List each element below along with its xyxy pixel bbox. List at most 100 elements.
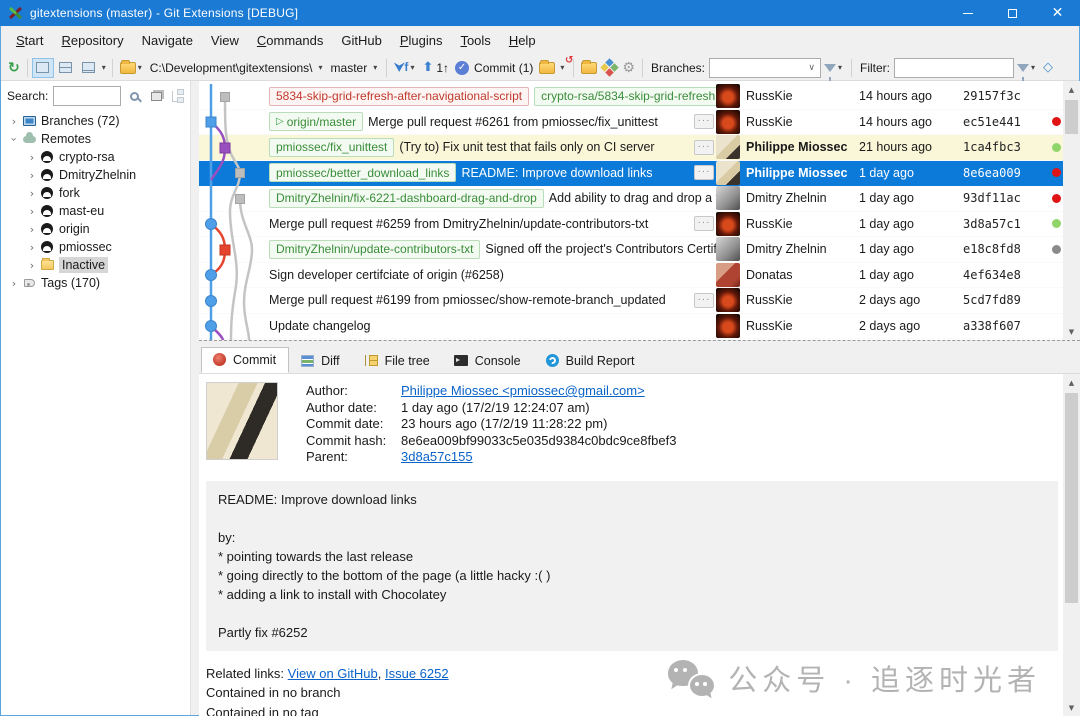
chevron-down-icon[interactable]: ›: [8, 132, 21, 146]
gitflow-button[interactable]: [600, 59, 619, 76]
grid-scrollbar[interactable]: ▲ ▼: [1063, 81, 1080, 340]
push-button[interactable]: ⬆1↑: [419, 58, 452, 77]
vertical-splitter[interactable]: [191, 81, 199, 715]
chevron-right-icon[interactable]: ›: [25, 187, 39, 200]
commit-field-value[interactable]: 3d8a57c155: [401, 449, 473, 466]
branch-badge[interactable]: DmitryZhelnin/fix-6221-dashboard-drag-an…: [269, 189, 544, 208]
sidebar-item-fork[interactable]: ›fork: [1, 184, 190, 202]
sidebar-item-pmiossec[interactable]: ›pmiossec: [1, 238, 190, 256]
toggle-diamond-button[interactable]: ◇: [1040, 58, 1056, 77]
table-row[interactable]: Merge pull request #6199 from pmiossec/s…: [199, 288, 1063, 314]
filter-input[interactable]: [894, 58, 1014, 78]
chevron-right-icon[interactable]: ›: [25, 241, 39, 254]
close-button[interactable]: ✕: [1035, 0, 1080, 26]
commit-message[interactable]: README: Improve download links by: * poi…: [206, 481, 1058, 651]
more-button[interactable]: ···: [694, 114, 714, 129]
menu-item-plugins[interactable]: Plugins: [391, 29, 452, 52]
table-row[interactable]: pmiossec/fix_unittest (Try to) Fix unit t…: [199, 135, 1063, 161]
chevron-right-icon[interactable]: ›: [7, 115, 21, 128]
layout-dropdown-arrow[interactable]: ▾: [102, 63, 106, 72]
menu-item-github[interactable]: GitHub: [332, 29, 390, 52]
more-button[interactable]: ···: [694, 140, 714, 155]
tab-console[interactable]: Console: [443, 349, 534, 373]
tab-build-report[interactable]: Build Report: [534, 349, 648, 373]
menu-item-commands[interactable]: Commands: [248, 29, 332, 52]
related-link[interactable]: Issue 6252: [385, 666, 449, 681]
cascade-button[interactable]: [148, 87, 165, 105]
chevron-right-icon[interactable]: ›: [25, 205, 39, 218]
branches-combobox[interactable]: ∨: [709, 58, 821, 78]
layout-split-button[interactable]: [55, 58, 77, 78]
panel-scrollbar[interactable]: ▲ ▼: [1063, 374, 1080, 716]
tree-layout-button[interactable]: [169, 87, 186, 105]
chevron-right-icon[interactable]: ›: [25, 151, 39, 164]
table-row[interactable]: DmitryZhelnin/fix-6221-dashboard-drag-an…: [199, 186, 1063, 212]
table-row[interactable]: Update changelogRussKie2 days agoa338f60…: [199, 314, 1063, 340]
more-button[interactable]: ···: [694, 293, 714, 308]
menu-item-view[interactable]: View: [202, 29, 248, 52]
sidebar-item-remotes[interactable]: ›Remotes: [1, 130, 190, 148]
commit-subject-cell: pmiossec/fix_unittest (Try to) Fix unit t…: [269, 138, 694, 157]
open-repo-button[interactable]: ▾: [117, 60, 147, 76]
related-link[interactable]: View on GitHub: [288, 666, 378, 681]
sidebar-item-tags-170-[interactable]: ›Tags (170): [1, 274, 190, 292]
table-row[interactable]: 5834-skip-grid-refresh-after-navigationa…: [199, 84, 1063, 110]
settings-button[interactable]: ⚙: [619, 58, 638, 78]
menu-item-tools[interactable]: Tools: [451, 29, 499, 52]
search-icon: [130, 92, 139, 101]
branch-badge[interactable]: crypto-rsa/5834-skip-grid-refresh...: [534, 87, 716, 106]
sidebar-item-dmitryzhelnin[interactable]: ›DmitryZhelnin: [1, 166, 190, 184]
refresh-button[interactable]: ↻: [5, 58, 23, 78]
more-button[interactable]: ···: [694, 165, 714, 180]
chevron-right-icon[interactable]: ›: [25, 169, 39, 182]
table-row[interactable]: DmitryZhelnin/update-contributors-txtSig…: [199, 237, 1063, 263]
search-button[interactable]: [126, 87, 143, 105]
tab-commit[interactable]: Commit: [201, 347, 289, 373]
tab-file-tree[interactable]: File tree: [353, 349, 443, 373]
hash-cell: a338f607: [963, 319, 1049, 333]
branch-badge[interactable]: DmitryZhelnin/update-contributors-txt: [269, 240, 480, 259]
search-input[interactable]: [53, 86, 121, 106]
branch-badge[interactable]: pmiossec/fix_unittest: [269, 138, 394, 157]
commit-subject-text: (Try to) Fix unit test that fails only o…: [399, 140, 654, 154]
chevron-right-icon[interactable]: ›: [25, 223, 39, 236]
tab-diff[interactable]: Diff: [289, 349, 353, 373]
sidebar-item-inactive[interactable]: ›Inactive: [1, 256, 190, 274]
sidebar-item-branches-72-[interactable]: ›Branches (72): [1, 112, 190, 130]
commit-field-value[interactable]: Philippe Miossec <pmiossec@gmail.com>: [401, 383, 645, 400]
scroll-up-icon[interactable]: ▲: [1063, 81, 1080, 98]
branches-filter-button[interactable]: ▾: [821, 61, 847, 74]
table-row[interactable]: Merge pull request #6259 from DmitryZhel…: [199, 212, 1063, 238]
chevron-right-icon[interactable]: ›: [25, 259, 39, 272]
branch-badge[interactable]: ▷origin/master: [269, 112, 363, 131]
table-row[interactable]: ▷origin/masterMerge pull request #6261 f…: [199, 110, 1063, 136]
menu-item-repository[interactable]: Repository: [52, 29, 132, 52]
repo-path-selector[interactable]: C:\Development\gitextensions\▾: [147, 59, 328, 77]
browse-button[interactable]: [578, 60, 600, 76]
sidebar-item-mast-eu[interactable]: ›mast-eu: [1, 202, 190, 220]
layout-compact-button[interactable]: [78, 58, 100, 78]
layout-full-button[interactable]: [32, 58, 54, 78]
chevron-right-icon[interactable]: ›: [7, 277, 21, 290]
minimize-button[interactable]: [945, 0, 990, 26]
sidebar-item-origin[interactable]: ›origin: [1, 220, 190, 238]
commit-button[interactable]: ✓Commit (1): [452, 59, 536, 77]
table-row[interactable]: pmiossec/better_download_linksREADME: Im…: [199, 161, 1063, 187]
maximize-button[interactable]: [990, 0, 1035, 26]
horizontal-splitter[interactable]: [199, 340, 1080, 347]
menu-item-help[interactable]: Help: [500, 29, 545, 52]
branch-selector[interactable]: master▾: [328, 59, 383, 77]
filter-funnel-button[interactable]: ▾: [1014, 61, 1040, 74]
scroll-down-icon[interactable]: ▼: [1063, 699, 1080, 716]
table-row[interactable]: Sign developer certifciate of origin (#6…: [199, 263, 1063, 289]
branch-badge[interactable]: pmiossec/better_download_links: [269, 163, 456, 182]
scroll-down-icon[interactable]: ▼: [1063, 323, 1080, 340]
scroll-up-icon[interactable]: ▲: [1063, 374, 1080, 391]
menu-item-navigate[interactable]: Navigate: [133, 29, 202, 52]
checkout-button[interactable]: ↺▾: [536, 60, 569, 76]
branch-badge[interactable]: 5834-skip-grid-refresh-after-navigationa…: [269, 87, 529, 106]
pull-button[interactable]: ⮟f▾: [391, 58, 419, 77]
more-button[interactable]: ···: [694, 216, 714, 231]
sidebar-item-crypto-rsa[interactable]: ›crypto-rsa: [1, 148, 190, 166]
menu-item-start[interactable]: Start: [7, 29, 52, 52]
